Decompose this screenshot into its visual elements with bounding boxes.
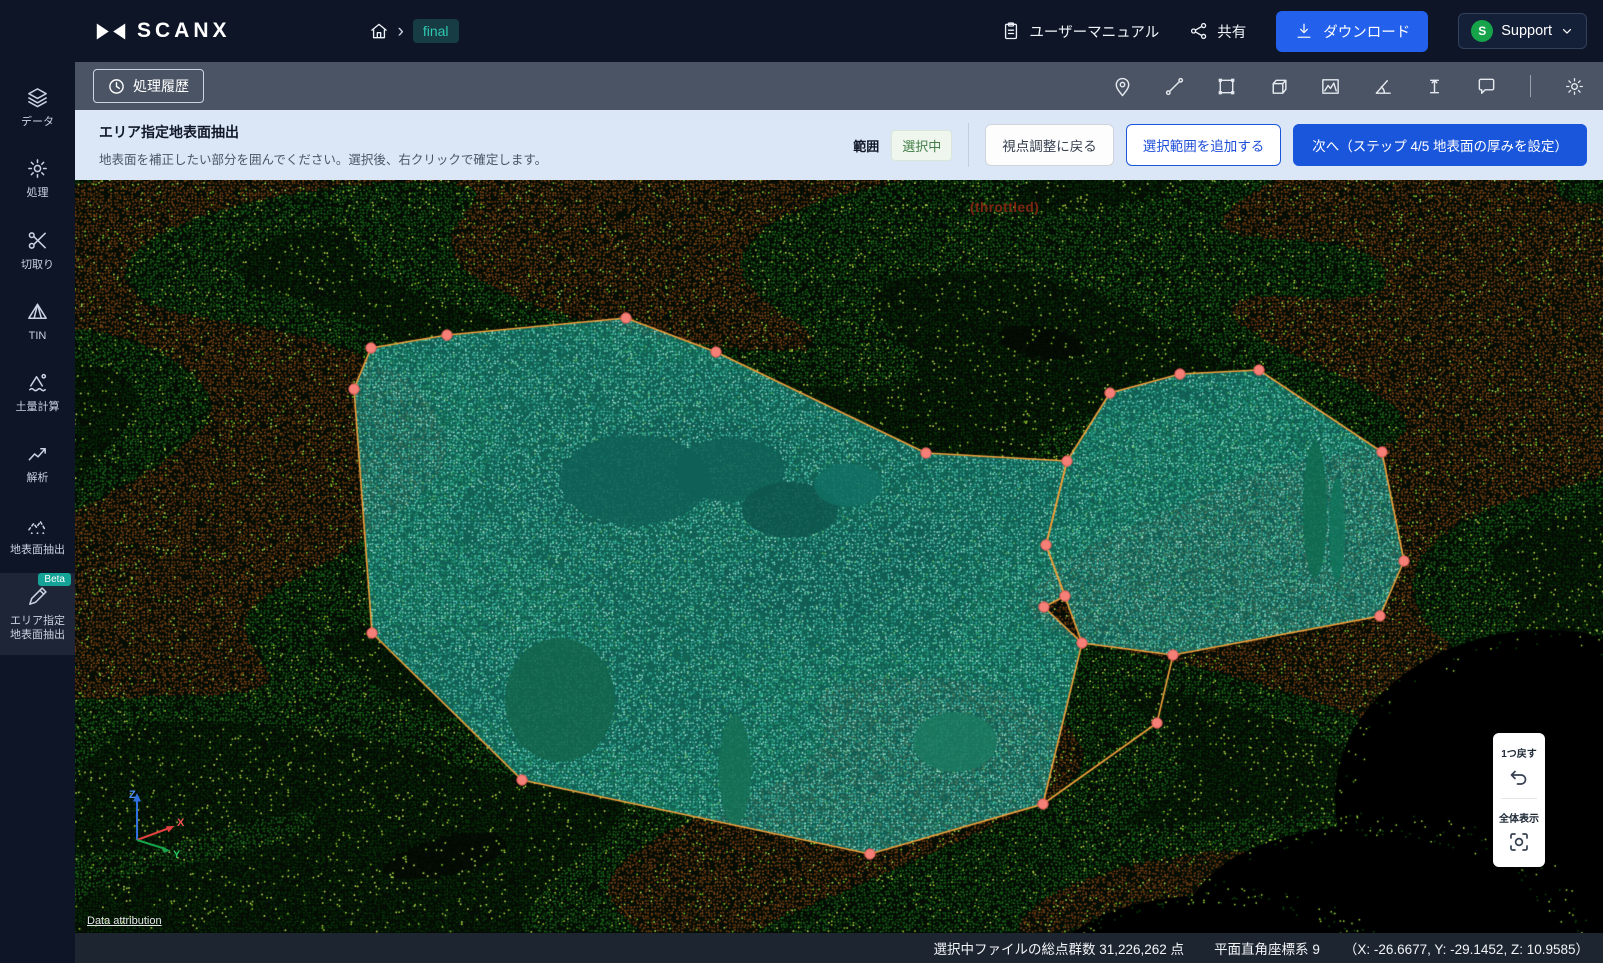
clock-icon (108, 78, 125, 95)
distance-tool[interactable] (1164, 76, 1185, 97)
add-selection-button[interactable]: 選択範囲を追加する (1126, 124, 1282, 166)
scanx-logo-icon (95, 21, 127, 42)
pin-icon (1112, 76, 1133, 97)
area-icon (1216, 76, 1237, 97)
total-points-label: 選択中ファイルの総点群数 31,226,262 点 (933, 938, 1184, 958)
logo-text: SCANX (137, 19, 231, 43)
z-axis-label: Z (129, 789, 136, 801)
toolbar-divider (1530, 75, 1531, 97)
measure-tools (1112, 75, 1585, 97)
chevron-down-icon (1560, 24, 1574, 38)
step-banner: エリア指定地表面抽出 地表面を補正したい部分を囲んでください。選択後、右クリック… (75, 110, 1603, 180)
layers-icon (26, 86, 49, 109)
app-logo[interactable]: SCANX (95, 19, 231, 43)
beta-badge: Beta (38, 573, 71, 586)
throttled-label: (throttled) (970, 200, 1039, 215)
y-axis-arrow (162, 847, 170, 854)
x-axis-label: X (177, 817, 185, 829)
share-label: 共有 (1217, 21, 1246, 42)
history-button[interactable]: 処理履歴 (93, 69, 204, 103)
sidebar-item-analysis[interactable]: 解析 (0, 430, 75, 497)
banner-description: 地表面を補正したい部分を囲んでください。選択後、右クリックで確定します。 (99, 149, 547, 168)
sidebar-item-processing[interactable]: 処理 (0, 145, 75, 212)
share-icon (1189, 21, 1209, 41)
manual-button[interactable]: ユーザーマニュアル (1001, 21, 1159, 42)
height-icon (1424, 76, 1445, 97)
app-root: SCANX › final ユーザーマニュアル 共有 (0, 0, 1603, 963)
y-axis-label: Y (173, 849, 181, 861)
selection-status-badge: 選択中 (891, 130, 952, 161)
next-step-button[interactable]: 次へ（ステップ 4/5 地表面の厚みを設定） (1293, 124, 1587, 166)
support-menu[interactable]: S Support (1458, 13, 1587, 49)
banner-actions: 範囲 選択中 視点調整に戻る 選択範囲を追加する 次へ（ステップ 4/5 地表面… (853, 123, 1587, 167)
manual-label: ユーザーマニュアル (1029, 21, 1159, 42)
cuboid-icon (1268, 76, 1289, 97)
data-attribution-link[interactable]: Data attribution (87, 915, 162, 927)
section-icon (1320, 76, 1341, 97)
section-tool[interactable] (1320, 76, 1341, 97)
distance-icon (1164, 76, 1185, 97)
clipboard-icon (1001, 21, 1021, 41)
undo-button[interactable]: 1つ戻す (1493, 742, 1545, 790)
share-button[interactable]: 共有 (1189, 21, 1246, 42)
back-to-view-button[interactable]: 視点調整に戻る (985, 124, 1114, 166)
banner-text: エリア指定地表面抽出 地表面を補正したい部分を囲んでください。選択後、右クリック… (99, 122, 547, 168)
download-icon (1294, 21, 1314, 41)
banner-divider (968, 123, 969, 167)
analysis-icon (26, 442, 49, 465)
viewport-3d[interactable]: (throttled) Z X Y Data attribution 1つ戻す (75, 180, 1603, 933)
avatar: S (1471, 20, 1493, 42)
pencil-icon (26, 585, 49, 608)
undo-icon (1508, 765, 1530, 787)
fit-view-icon (1507, 830, 1531, 854)
tin-icon (26, 300, 49, 323)
ground-extract-icon (26, 514, 49, 537)
area-tool[interactable] (1216, 76, 1237, 97)
view-controls-divider (1501, 798, 1537, 799)
comment-icon (1476, 76, 1497, 97)
settings-tool[interactable] (1564, 76, 1585, 97)
banner-title: エリア指定地表面抽出 (99, 122, 547, 142)
pin-tool[interactable] (1112, 76, 1133, 97)
home-icon[interactable] (369, 21, 389, 41)
status-bar: 選択中ファイルの総点群数 31,226,262 点 平面直角座標系 9 （X: … (75, 933, 1603, 963)
app-header: SCANX › final ユーザーマニュアル 共有 (0, 0, 1603, 62)
point-cloud-canvas[interactable] (75, 180, 1603, 933)
height-tool[interactable] (1424, 76, 1445, 97)
crs-label: 平面直角座標系 9 (1214, 938, 1320, 958)
view-controls: 1つ戻す 全体表示 (1493, 733, 1545, 867)
download-button[interactable]: ダウンロード (1276, 11, 1428, 52)
breadcrumb-current[interactable]: final (413, 19, 459, 43)
axis-gizmo[interactable]: Z X Y (107, 785, 197, 875)
cuboid-tool[interactable] (1268, 76, 1289, 97)
sidebar-item-area-ground-extract[interactable]: Beta エリア指定地表面抽出 (0, 573, 75, 655)
sidebar: データ 処理 切取り TIN 土量計算 解析 (0, 62, 75, 963)
fit-view-button[interactable]: 全体表示 (1493, 807, 1545, 857)
sidebar-item-crop[interactable]: 切取り (0, 217, 75, 284)
sidebar-item-ground-extract[interactable]: 地表面抽出 (0, 502, 75, 569)
angle-icon (1372, 76, 1393, 97)
support-label: Support (1501, 23, 1552, 39)
range-label: 範囲 (853, 136, 879, 155)
scissors-icon (26, 229, 49, 252)
breadcrumb: › final (369, 19, 459, 43)
chevron-right-icon: › (398, 22, 404, 41)
sidebar-item-volume[interactable]: 土量計算 (0, 359, 75, 426)
download-label: ダウンロード (1323, 21, 1410, 42)
comment-tool[interactable] (1476, 76, 1497, 97)
sidebar-item-data[interactable]: データ (0, 74, 75, 141)
cursor-coords-label: （X: -26.6677, Y: -29.1452, Z: 10.9585） (1344, 938, 1589, 958)
header-actions: ユーザーマニュアル 共有 ダウンロード S Support (1001, 11, 1587, 52)
volume-calc-icon (26, 371, 49, 394)
angle-tool[interactable] (1372, 76, 1393, 97)
viewer-toolbar: 処理履歴 (75, 62, 1603, 110)
sidebar-item-tin[interactable]: TIN (0, 288, 75, 355)
gear-icon (26, 157, 49, 180)
settings-gear-icon (1564, 76, 1585, 97)
